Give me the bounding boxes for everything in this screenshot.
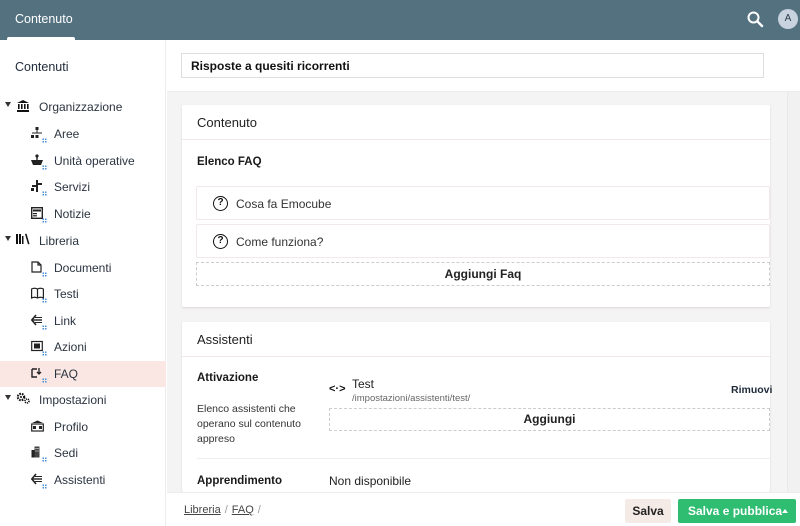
- assistants-card: Assistenti Attivazione Elenco assistenti…: [182, 322, 772, 492]
- sidebar-item-label: Testi: [54, 287, 79, 301]
- save-and-publish-button[interactable]: Salva e pubblica: [678, 499, 796, 523]
- content-card: Contenuto Elenco FAQ ? Cosa fa Emocube ?…: [182, 105, 770, 307]
- faq-question: Come funziona?: [236, 235, 324, 249]
- card-heading: Assistenti: [182, 322, 770, 357]
- add-faq-button[interactable]: Aggiungi Faq: [196, 262, 770, 286]
- caret-down-icon: [5, 395, 11, 400]
- faq-question: Cosa fa Emocube: [236, 197, 332, 211]
- main-content: Contenuto Elenco FAQ ? Cosa fa Emocube ?…: [167, 40, 800, 492]
- books-icon: [16, 233, 30, 247]
- scrollbar[interactable]: [787, 92, 800, 492]
- breadcrumb-libreria[interactable]: Libreria: [184, 504, 221, 516]
- sidebar-item-label: Sedi: [54, 446, 79, 460]
- add-assistant-button[interactable]: Aggiungi: [329, 408, 770, 431]
- code-icon: <·>: [329, 383, 346, 395]
- sidebar-group-label: Organizzazione: [39, 100, 123, 114]
- sidebar-item-label: Link: [54, 314, 77, 328]
- sidebar-item-notizie[interactable]: Notizie: [0, 201, 166, 227]
- learning-label: Apprendimento: [197, 475, 282, 487]
- sidebar-group-impostazioni[interactable]: Impostazioni: [0, 387, 166, 413]
- sidebar-item-label: Documenti: [54, 261, 112, 275]
- tab-contenuto[interactable]: Contenuto: [7, 0, 75, 40]
- question-circle-icon: ?: [213, 196, 228, 211]
- sidebar-item-label: Unità operative: [54, 154, 135, 168]
- footer-bar: Libreria / FAQ / Salva Salva e pubblica: [167, 492, 800, 526]
- sidebar-item-label: Notizie: [54, 207, 91, 221]
- caret-up-icon[interactable]: [782, 509, 788, 513]
- faq-item[interactable]: ? Cosa fa Emocube: [196, 186, 770, 220]
- top-bar: Contenuto A: [0, 0, 800, 40]
- sidebar-item-label: Profilo: [54, 420, 89, 434]
- sidebar-group-label: Impostazioni: [39, 393, 107, 407]
- sidebar-group-libreria[interactable]: Libreria: [0, 228, 166, 254]
- save-button[interactable]: Salva: [625, 499, 671, 523]
- institution-icon: [16, 99, 30, 113]
- faq-list-label: Elenco FAQ: [197, 156, 262, 168]
- card-heading: Contenuto: [182, 105, 770, 140]
- breadcrumb-separator: /: [257, 504, 261, 516]
- assistant-path: /impostazioni/assistenti/test/: [352, 393, 471, 404]
- sidebar-item-label: FAQ: [54, 367, 79, 381]
- sidebar-item-label: Aree: [54, 127, 80, 141]
- caret-down-icon: [5, 236, 11, 241]
- avatar[interactable]: A: [778, 9, 798, 29]
- sidebar-item-link[interactable]: Link: [0, 308, 166, 334]
- faq-item[interactable]: ? Come funziona?: [196, 224, 770, 258]
- assistant-icon: [30, 473, 47, 489]
- book-open-icon: [30, 287, 47, 303]
- breadcrumb-separator: /: [224, 504, 228, 516]
- save-and-publish-label: Salva e pubblica: [688, 504, 783, 518]
- sidebar-item-label: Azioni: [54, 340, 87, 354]
- faq-icon: [30, 367, 47, 383]
- sidebar-item-servizi[interactable]: Servizi: [0, 174, 166, 200]
- divider: [197, 458, 770, 459]
- caret-down-icon: [5, 102, 11, 107]
- breadcrumb-faq[interactable]: FAQ: [232, 504, 254, 516]
- activation-label: Attivazione: [197, 372, 259, 384]
- gears-icon: [16, 392, 30, 406]
- sidebar-item-testi[interactable]: Testi: [0, 281, 166, 307]
- buildings-icon: [30, 446, 47, 462]
- sitemap-icon: [30, 127, 47, 143]
- sidebar-group-label: Libreria: [39, 234, 80, 248]
- sidebar-title: Contenuti: [15, 60, 69, 74]
- news-icon: [30, 206, 47, 223]
- question-circle-icon: ?: [213, 234, 228, 249]
- sidebar-item-azioni[interactable]: Azioni: [0, 334, 166, 360]
- sidebar-item-sedi[interactable]: Sedi: [0, 440, 166, 466]
- sidebar-item-documenti[interactable]: Documenti: [0, 255, 166, 281]
- sidebar-item-label: Assistenti: [54, 473, 106, 487]
- title-bar: [167, 40, 800, 92]
- unit-icon: [30, 154, 47, 170]
- services-icon: [30, 180, 47, 196]
- actions-icon: [30, 340, 47, 356]
- assistant-name: Test: [352, 377, 375, 391]
- sidebar-item-faq[interactable]: FAQ: [0, 361, 166, 387]
- learning-value: Non disponibile: [329, 474, 412, 488]
- search-icon[interactable]: [746, 10, 764, 28]
- breadcrumb: Libreria / FAQ /: [184, 504, 265, 516]
- document-icon: [30, 261, 47, 277]
- sidebar-item-assistenti[interactable]: Assistenti: [0, 467, 166, 493]
- sidebar-item-aree[interactable]: Aree: [0, 121, 166, 147]
- sidebar-item-unita-operative[interactable]: Unità operative: [0, 148, 166, 174]
- profile-icon: [30, 420, 44, 434]
- sidebar-item-label: Servizi: [54, 180, 91, 194]
- sidebar: Contenuti Organizzazione Aree Unità oper…: [0, 40, 166, 526]
- remove-assistant-button[interactable]: Rimuovi: [731, 384, 772, 396]
- sidebar-item-profilo[interactable]: Profilo: [0, 414, 166, 440]
- title-input[interactable]: [181, 53, 764, 78]
- sidebar-group-organizzazione[interactable]: Organizzazione: [0, 94, 166, 120]
- activation-description: Elenco assistenti che operano sul conten…: [197, 403, 301, 445]
- link-icon: [30, 314, 47, 330]
